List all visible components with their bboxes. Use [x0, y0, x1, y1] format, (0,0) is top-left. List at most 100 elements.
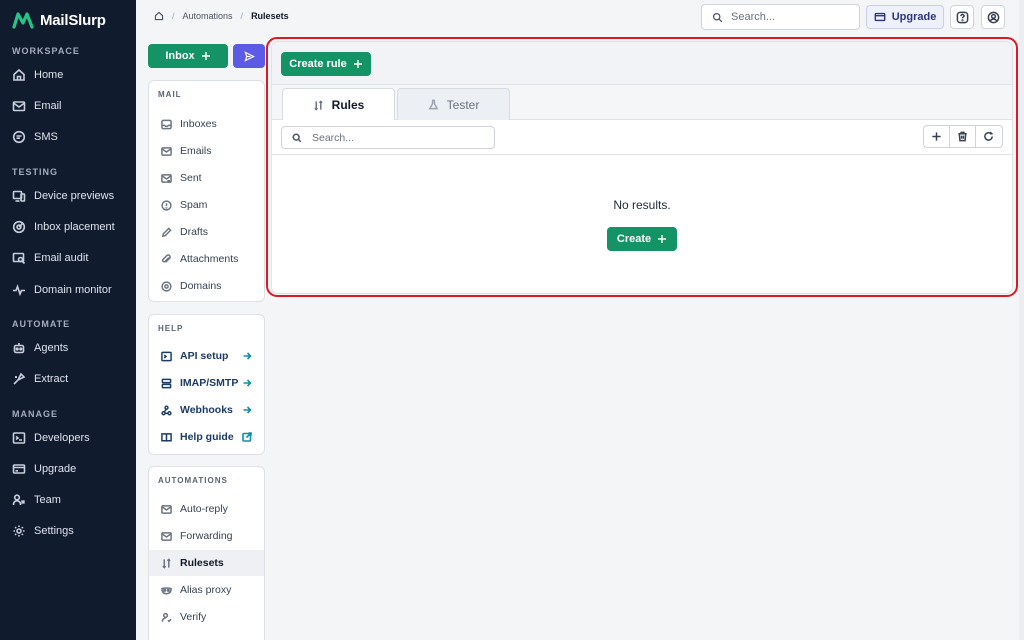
search-placeholder: Search...	[731, 11, 776, 23]
mail-item-attachments[interactable]: Attachments	[149, 246, 264, 272]
help-item-api-setup[interactable]: API setup	[149, 343, 264, 369]
gear-icon	[13, 525, 25, 537]
search-icon	[712, 12, 723, 22]
sidebar-item-label: Home	[34, 69, 64, 81]
sidebar-section-manage: MANAGE	[12, 409, 58, 419]
sidebar-item-sms[interactable]: SMS	[12, 127, 58, 147]
sidebar-item-inbox-placement[interactable]: Inbox placement	[12, 217, 115, 237]
brand-logo[interactable]: MailSlurp	[12, 11, 106, 29]
help-item-label: Webhooks	[180, 404, 233, 416]
sidebar-item-team[interactable]: Team	[12, 490, 61, 510]
automation-item-label: Forwarding	[180, 530, 233, 542]
sidebar-section-automate: AUTOMATE	[12, 319, 71, 329]
arrow-right-icon	[242, 378, 252, 388]
terminal-icon	[161, 351, 172, 361]
automations-panel: AUTOMATIONS Auto-reply Forwarding Rulese…	[148, 466, 265, 640]
sidebar-item-label: SMS	[34, 131, 58, 143]
automation-item-rulesets[interactable]: Rulesets	[149, 550, 264, 576]
help-item-webhooks[interactable]: Webhooks	[149, 397, 264, 423]
inbox-icon	[161, 119, 172, 129]
automation-item-verify[interactable]: Verify	[149, 604, 264, 630]
mail-item-spam[interactable]: Spam	[149, 192, 264, 218]
user-check-icon	[161, 612, 172, 622]
sidebar-item-settings[interactable]: Settings	[12, 521, 74, 541]
chat-icon	[12, 130, 26, 144]
mail-panel-title: MAIL	[158, 90, 182, 99]
automation-item-auto-reply[interactable]: Auto-reply	[149, 496, 264, 522]
home-icon[interactable]	[154, 11, 164, 21]
mail-item-inboxes[interactable]: Inboxes	[149, 111, 264, 137]
sidebar-item-developers[interactable]: Developers	[12, 428, 90, 448]
mail-item-domains[interactable]: Domains	[149, 273, 264, 299]
terminal-icon	[12, 432, 26, 444]
send-email-button[interactable]	[233, 44, 265, 68]
sidebar-item-label: Developers	[34, 432, 90, 444]
help-item-imap-smtp[interactable]: IMAP/SMTP	[149, 370, 264, 396]
sidebar-item-extract[interactable]: Extract	[12, 369, 68, 389]
robot-icon	[13, 343, 25, 354]
account-button[interactable]	[981, 5, 1005, 29]
help-panel: HELP API setup IMAP/SMTP Webhooks Help g…	[148, 314, 265, 455]
mail-item-label: Attachments	[180, 253, 239, 265]
help-circle-icon	[956, 11, 968, 23]
main-sidebar: MailSlurp WORKSPACE Home Email SMS TESTI…	[0, 0, 136, 640]
card-icon	[874, 12, 886, 22]
breadcrumb: / Automations / Rulesets	[154, 11, 289, 21]
card-icon	[12, 464, 26, 474]
new-inbox-button[interactable]: Inbox	[148, 44, 228, 68]
highlight-outline	[266, 37, 1018, 297]
sidebar-item-label: Domain monitor	[34, 284, 112, 296]
help-item-help-guide[interactable]: Help guide	[149, 424, 264, 450]
breadcrumb-automations[interactable]: Automations	[183, 11, 233, 21]
mail-icon	[161, 146, 172, 156]
automation-item-forwarding[interactable]: Forwarding	[149, 523, 264, 549]
sidebar-item-email[interactable]: Email	[12, 96, 62, 116]
at-sign-icon	[161, 280, 172, 292]
top-bar: / Automations / Rulesets Search... Upgra…	[136, 0, 1024, 34]
sidebar-item-agents[interactable]: Agents	[12, 338, 68, 358]
scrollbar-track[interactable]	[1019, 0, 1024, 640]
help-button[interactable]	[950, 5, 974, 29]
alert-circle-icon	[161, 199, 172, 211]
help-item-label: IMAP/SMTP	[180, 377, 239, 389]
external-link-icon	[242, 432, 252, 442]
sidebar-item-device-previews[interactable]: Device previews	[12, 186, 114, 206]
pencil-icon	[161, 226, 172, 237]
home-icon	[13, 68, 25, 81]
automation-item-label: Rulesets	[180, 557, 224, 569]
sidebar-item-home[interactable]: Home	[12, 65, 63, 85]
mail-item-label: Domains	[180, 280, 222, 292]
mail-item-label: Spam	[180, 199, 208, 211]
sidebar-item-label: Email	[34, 100, 62, 112]
global-search-input[interactable]: Search...	[701, 4, 860, 30]
team-icon	[12, 494, 26, 506]
automation-item-label: Auto-reply	[180, 503, 228, 515]
arrow-right-icon	[242, 405, 252, 415]
mail-item-label: Emails	[180, 145, 212, 157]
sidebar-item-email-audit[interactable]: Email audit	[12, 248, 88, 268]
mail-item-sent[interactable]: Sent	[149, 165, 264, 191]
mailslurp-logo-icon	[12, 11, 34, 29]
breadcrumb-separator: /	[172, 11, 175, 21]
devices-icon	[12, 190, 26, 202]
user-circle-icon	[987, 11, 999, 23]
help-panel-title: HELP	[158, 324, 184, 333]
sidebar-item-label: Device previews	[34, 190, 115, 202]
mail-item-drafts[interactable]: Drafts	[149, 219, 264, 245]
sent-icon	[161, 173, 172, 183]
sidebar-item-domain-monitor[interactable]: Domain monitor	[12, 280, 112, 300]
mail-item-emails[interactable]: Emails	[149, 138, 264, 164]
sidebar-item-label: Email audit	[34, 252, 89, 264]
automation-item-alias-proxy[interactable]: Alias proxy	[149, 577, 264, 603]
webhook-icon	[161, 405, 172, 415]
plus-icon	[201, 52, 210, 60]
sidebar-item-upgrade[interactable]: Upgrade	[12, 459, 76, 479]
upgrade-button[interactable]: Upgrade	[866, 5, 944, 29]
sidebar-section-testing: TESTING	[12, 167, 59, 177]
arrow-right-icon	[242, 351, 252, 361]
pulse-icon	[13, 284, 25, 297]
inbox-label: Inbox	[165, 50, 195, 62]
sidebar-item-label: Team	[34, 494, 61, 506]
audit-icon	[12, 252, 26, 265]
sidebar-section-workspace: WORKSPACE	[12, 46, 80, 56]
